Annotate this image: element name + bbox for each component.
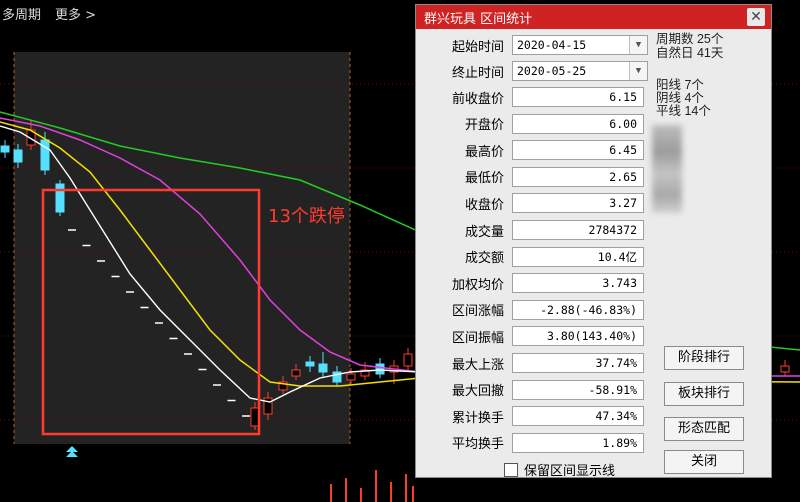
stat-value: 2.65 bbox=[512, 166, 644, 187]
stat-row: 区间振幅 3.80(143.40%) bbox=[426, 324, 644, 348]
stat-value: 3.80(143.40%) bbox=[512, 326, 644, 347]
stat-row: 累计换手 47.34% bbox=[426, 404, 644, 428]
stat-row: 成交量 2784372 bbox=[426, 218, 644, 242]
stat-label: 平均换手 bbox=[451, 437, 504, 453]
stat-value: 6.15 bbox=[512, 87, 644, 107]
stat-label: 开盘价 bbox=[464, 118, 504, 134]
stat-value: -2.88(-46.83%) bbox=[512, 299, 644, 320]
chevron-down-icon[interactable]: ▼ bbox=[629, 62, 647, 80]
stat-value: 2784372 bbox=[512, 220, 644, 240]
stat-label: 最大上涨 bbox=[451, 357, 504, 373]
stat-row: 区间涨幅 -2.88(-46.83%) bbox=[426, 298, 644, 322]
stat-row: 成交额 10.4亿 bbox=[426, 245, 644, 269]
candlestick bbox=[0, 140, 10, 158]
stat-row: 最高价 6.45 bbox=[426, 138, 644, 162]
stat-value: 6.00 bbox=[512, 113, 644, 134]
stat-label: 成交量 bbox=[464, 224, 504, 240]
stat-value: 6.45 bbox=[512, 140, 644, 161]
stat-value: 37.74% bbox=[512, 353, 644, 373]
blurred-region bbox=[652, 125, 682, 213]
close-icon[interactable]: ✕ bbox=[747, 8, 765, 26]
stat-label: 区间振幅 bbox=[451, 330, 504, 346]
start-time-value: 2020-04-15 bbox=[517, 38, 587, 52]
stat-label: 区间涨幅 bbox=[451, 304, 504, 320]
volume-bars bbox=[330, 470, 414, 502]
stat-label: 收盘价 bbox=[464, 197, 504, 213]
volume-bar bbox=[360, 488, 362, 502]
segment-rank-button[interactable]: 阶段排行 bbox=[664, 346, 744, 370]
stat-row: 最大回撤 -58.91% bbox=[426, 378, 644, 402]
stat-value: 1.89% bbox=[512, 432, 644, 453]
stat-value: 10.4亿 bbox=[512, 246, 644, 267]
start-time-row: 起始时间 2020-04-15 ▼ bbox=[426, 33, 648, 57]
range-marker-icon bbox=[66, 446, 78, 457]
stat-value: 47.34% bbox=[512, 406, 644, 427]
end-time-picker[interactable]: 2020-05-25 ▼ bbox=[512, 61, 648, 81]
start-time-picker[interactable]: 2020-04-15 ▼ bbox=[512, 35, 648, 55]
stat-row: 最低价 2.65 bbox=[426, 165, 644, 189]
stat-row: 最大上涨 37.74% bbox=[426, 351, 644, 375]
candlestick bbox=[403, 348, 413, 370]
candlestick bbox=[780, 360, 790, 376]
start-time-label: 起始时间 bbox=[451, 39, 504, 55]
stat-value: -58.91% bbox=[512, 379, 644, 400]
volume-bar bbox=[375, 470, 377, 502]
dialog-title: 群兴玩具 区间统计 bbox=[424, 11, 533, 27]
stat-label: 成交额 bbox=[464, 251, 504, 267]
stat-row: 加权均价 3.743 bbox=[426, 271, 644, 295]
stat-row: 开盘价 6.00 bbox=[426, 112, 644, 136]
period-count: 周期数 25个 bbox=[656, 32, 724, 46]
end-time-label: 终止时间 bbox=[451, 65, 504, 81]
more-button[interactable]: 更多 > bbox=[55, 4, 96, 23]
stat-label: 累计换手 bbox=[451, 410, 504, 426]
stat-label: 最高价 bbox=[464, 144, 504, 160]
stat-label: 最低价 bbox=[464, 171, 504, 187]
keep-display-label: 保留区间显示线 bbox=[524, 464, 616, 479]
multi-period-button[interactable]: 多周期 bbox=[2, 4, 41, 23]
range-stats-dialog: 群兴玩具 区间统计 ✕ 起始时间 2020-04-15 ▼ 终止时间 2020-… bbox=[415, 4, 772, 479]
volume-bar bbox=[330, 484, 332, 502]
flat-count: 平线 14个 bbox=[656, 104, 711, 118]
chart-toolbar: 多周期 更多 > bbox=[0, 0, 422, 26]
volume-bar bbox=[412, 486, 414, 502]
stat-label: 最大回撤 bbox=[451, 384, 504, 400]
stat-row: 收盘价 3.27 bbox=[426, 191, 644, 215]
sector-rank-button[interactable]: 板块排行 bbox=[664, 382, 744, 406]
pattern-match-button[interactable]: 形态匹配 bbox=[664, 417, 744, 441]
dialog-titlebar[interactable]: 群兴玩具 区间统计 ✕ bbox=[416, 5, 771, 29]
stat-value: 3.27 bbox=[512, 193, 644, 214]
volume-bar bbox=[405, 474, 407, 502]
stat-label: 前收盘价 bbox=[451, 91, 504, 107]
chevron-down-icon[interactable]: ▼ bbox=[629, 36, 647, 54]
limit-down-annotation: 13个跌停 bbox=[268, 206, 345, 227]
candlestick bbox=[55, 180, 65, 216]
close-button[interactable]: 关闭 bbox=[664, 450, 744, 474]
end-time-value: 2020-05-25 bbox=[517, 64, 587, 78]
end-time-row: 终止时间 2020-05-25 ▼ bbox=[426, 59, 648, 83]
keep-display-checkbox[interactable] bbox=[504, 462, 518, 477]
volume-bar bbox=[345, 478, 347, 502]
stat-row: 前收盘价 6.15 bbox=[426, 85, 644, 109]
volume-bar bbox=[390, 482, 392, 502]
stat-row: 平均换手 1.89% bbox=[426, 431, 644, 455]
stat-label: 加权均价 bbox=[451, 277, 504, 293]
natural-days: 自然日 41天 bbox=[656, 46, 724, 60]
keep-display-checkbox-row[interactable]: 保留区间显示线 bbox=[504, 460, 615, 479]
stat-value: 3.743 bbox=[512, 273, 644, 294]
